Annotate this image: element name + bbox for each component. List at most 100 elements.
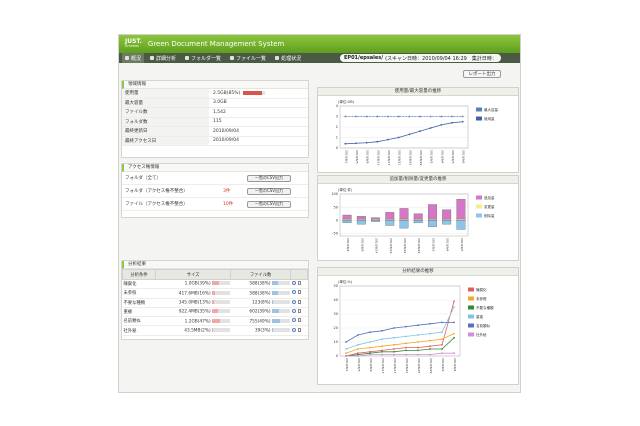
cond-cell: 陳腐化: [122, 279, 156, 290]
legend-label: 社外秘: [476, 332, 487, 337]
x-tick-label: 2010/8/29: [419, 150, 423, 165]
x-tick-label: 2010/8/13: [376, 150, 380, 165]
magnifier-icon[interactable]: [291, 318, 296, 323]
data-point: [461, 115, 464, 118]
data-point: [408, 133, 411, 136]
legend-label: 名前類似: [476, 323, 490, 328]
y-tick-label: 40: [334, 298, 338, 302]
size-cell: 345.0MB(13%): [155, 298, 231, 308]
data-point: [397, 115, 400, 118]
nav-item-status[interactable]: 処理状況: [272, 53, 304, 63]
x-tick-label: 2010/8/21: [405, 358, 409, 373]
nav-item-detail[interactable]: 詳細分析: [147, 53, 179, 63]
magnifier-icon[interactable]: [291, 299, 296, 304]
x-tick-label: 2010/8/9: [369, 358, 373, 372]
x-tick-label: 2010/9/3: [431, 238, 435, 252]
table-row: 不要な種類 345.0MB(13%) 123(8%): [122, 298, 308, 308]
bar-changed: [413, 218, 423, 221]
data-point: [451, 115, 453, 118]
magnifier-icon[interactable]: [291, 309, 296, 314]
data-point: [369, 341, 371, 343]
cond-cell: 社外秘: [122, 325, 156, 336]
data-point: [429, 332, 431, 335]
magnifier-icon[interactable]: [291, 281, 296, 286]
cond-cell: 重複: [122, 307, 156, 318]
data-point: [357, 343, 359, 346]
document-icon[interactable]: [297, 281, 301, 286]
legend-swatch: [476, 213, 482, 218]
series-line: [345, 333, 455, 354]
data-point: [357, 348, 359, 350]
document-icon[interactable]: [297, 318, 301, 323]
magnifier-icon[interactable]: [291, 290, 296, 295]
bar-added: [399, 208, 409, 221]
x-tick-label: 2010/8/21: [398, 150, 402, 165]
document-icon[interactable]: [297, 327, 301, 332]
size-cell: 922.4MB(35%): [155, 307, 231, 318]
document-icon[interactable]: [297, 309, 301, 314]
nav-item-overview[interactable]: 概況: [122, 53, 145, 63]
files-bar: [271, 290, 290, 295]
series-line: [345, 337, 455, 357]
bar-deleted: [442, 220, 452, 225]
y-axis-unit: (単位:GB): [338, 99, 355, 104]
analysis-chart: 分析結果の推移 (単位:%) 50 40 30 20 10 0 2010/8/1 2010/8/…: [317, 267, 519, 385]
files-cell: 602(39%): [230, 307, 291, 318]
y-tick-label: 0: [336, 354, 338, 358]
csv-export-button[interactable]: 一覧のCSV出力: [247, 174, 291, 182]
files-cell: 588(38%): [230, 279, 291, 290]
y-tick-label: 50: [334, 284, 338, 288]
domain-row: ファイル数 1,542: [122, 108, 308, 118]
x-tick-label: 2010/8/5: [357, 358, 361, 372]
document-icon[interactable]: [297, 299, 301, 304]
size-cell: 417.6MB(16%): [155, 288, 231, 299]
x-tick-label: 2010/8/5: [355, 150, 359, 164]
x-tick-label: 2010/8/14: [375, 238, 379, 253]
usage-bar: [243, 91, 266, 96]
legend-swatch: [476, 195, 482, 200]
data-point: [381, 350, 383, 353]
analysis-title: 分析結果: [122, 261, 308, 269]
legend-swatch: [468, 332, 474, 337]
data-point: [393, 350, 395, 353]
data-point: [429, 115, 432, 118]
domain-info-section: 領域情報 使用量 2.5GB(85%) 最大容量 3.0GB ファイル数 1,542 …: [121, 80, 309, 158]
x-tick-label: 2010/8/17: [393, 358, 397, 373]
data-point: [405, 325, 407, 328]
data-point: [429, 339, 431, 342]
data-point: [453, 332, 455, 335]
report-button[interactable]: レポート出力: [463, 70, 501, 78]
data-point: [369, 353, 371, 356]
data-point: [440, 124, 443, 126]
y-tick-label: 0: [336, 218, 338, 222]
data-point: [417, 346, 419, 349]
size-cell: 1.2GB(47%): [155, 316, 231, 327]
csv-export-button[interactable]: 一覧のCSV出力: [247, 187, 291, 195]
data-point: [405, 342, 407, 345]
legend-swatch: [476, 116, 482, 121]
files-bar: [271, 327, 290, 332]
y-tick-label: 1: [336, 136, 338, 140]
nav-item-files[interactable]: ファイル一覧: [227, 53, 269, 63]
table-row: 重複 922.4MB(35%) 602(39%): [122, 307, 308, 318]
nav-item-folders[interactable]: フォルダ一覧: [182, 53, 224, 63]
files-cell: 588(38%): [230, 288, 291, 299]
data-point: [453, 321, 455, 324]
y-tick-label: 0: [336, 146, 338, 150]
document-icon[interactable]: [297, 290, 301, 295]
magnifier-icon[interactable]: [291, 327, 296, 332]
data-point: [393, 353, 395, 356]
bar-changed: [399, 218, 409, 221]
csv-export-button[interactable]: 一覧のCSV出力: [247, 200, 291, 208]
data-point: [417, 349, 419, 352]
cond-cell: 名前類似: [122, 316, 156, 327]
data-point: [441, 331, 443, 334]
data-point: [453, 306, 455, 308]
bar-changed: [385, 218, 395, 221]
bar-added: [442, 209, 452, 221]
bar-deleted: [428, 220, 437, 227]
legend-label: 追加量: [484, 195, 495, 200]
y-tick-label: 2: [336, 125, 338, 129]
home-icon: [125, 56, 129, 60]
bar-added: [456, 199, 466, 221]
